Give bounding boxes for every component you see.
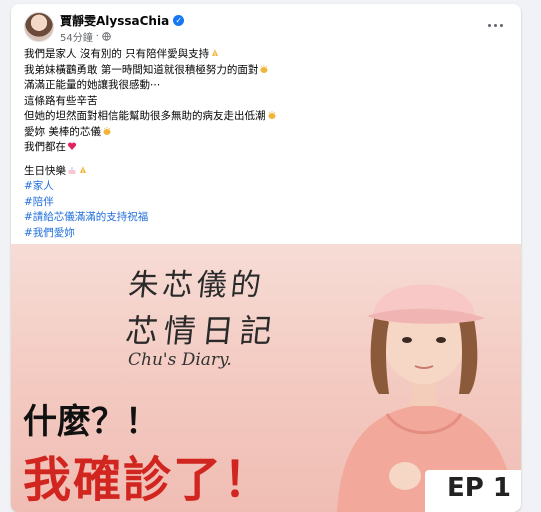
episode-label: EP 1 xyxy=(447,473,511,503)
post-text: 我們是家人 沒有別的 只有陪伴愛與支持 我弟妹橫鸛勇敢 第一時間知道就很積極努力… xyxy=(24,47,514,241)
thumbnail-title-line-1: 朱芯儀的 xyxy=(126,268,267,303)
author-row: 賈靜雯AlyssaChia ✓ xyxy=(60,12,185,29)
folded-hands-emoji xyxy=(212,49,219,56)
clapping-hands-emoji xyxy=(260,64,268,73)
birthday-line: 生日快樂 xyxy=(24,164,514,180)
verified-badge-icon: ✓ xyxy=(173,14,185,26)
post-line-4: 這條路有些辛苦 xyxy=(24,94,98,107)
post-line-1: 我們是家人 沒有別的 只有陪伴愛與支持 xyxy=(24,47,514,63)
post-line-2: 我弟妹橫鸛勇敢 第一時間知道就很積極努力的面對 xyxy=(24,63,514,79)
hashtag-link[interactable]: #家人 xyxy=(24,179,514,195)
more-options-icon[interactable] xyxy=(483,15,507,35)
post-header: 賈靜雯AlyssaChia ✓ 54分鐘 · xyxy=(11,4,521,48)
thumbnail-script-title: Chu's Diary. xyxy=(128,350,232,370)
birthday-cake-emoji xyxy=(68,166,76,174)
post-line-7: 我們都在 xyxy=(24,140,514,156)
thumbnail-caption-1: 什麼？！ xyxy=(23,402,159,442)
meta-separator: · xyxy=(95,31,99,42)
post-timestamp[interactable]: 54分鐘 xyxy=(60,29,93,44)
hashtag-link[interactable]: #我們愛妳 xyxy=(24,226,514,242)
post-line-5: 但她的坦然面對相信能幫助很多無助的病友走出低潮 xyxy=(24,109,514,125)
avatar[interactable] xyxy=(24,12,54,42)
episode-badge: EP 1 xyxy=(425,470,521,512)
post-meta: 54分鐘 · xyxy=(60,29,111,44)
globe-icon xyxy=(102,32,111,41)
post-line-3: 滿滿正能量的她讓我很感動⋯ xyxy=(24,79,161,91)
folded-hands-emoji xyxy=(80,165,86,173)
author-name[interactable]: 賈靜雯AlyssaChia xyxy=(60,12,169,29)
video-thumbnail[interactable]: 朱芯儀的 芯情日記 Chu's Diary. 什麼？！ 我確診了！ EP 1 xyxy=(11,244,521,512)
post-card: 賈靜雯AlyssaChia ✓ 54分鐘 · 我們是家人 沒有別的 只有陪伴愛與… xyxy=(11,4,521,512)
clapping-hands-emoji xyxy=(103,126,111,135)
post-line-6: 愛妳 美棒的芯儀 xyxy=(24,125,514,141)
hashtag-link[interactable]: #請給芯儀滿滿的支持祝福 xyxy=(24,210,514,226)
hashtag-link[interactable]: #陪伴 xyxy=(24,195,514,211)
thumbnail-caption-2: 我確診了！ xyxy=(23,452,274,508)
clapping-hands-emoji xyxy=(268,111,275,119)
red-heart-emoji xyxy=(67,142,77,150)
thumbnail-title-line-2: 芯情日記 xyxy=(123,312,280,350)
